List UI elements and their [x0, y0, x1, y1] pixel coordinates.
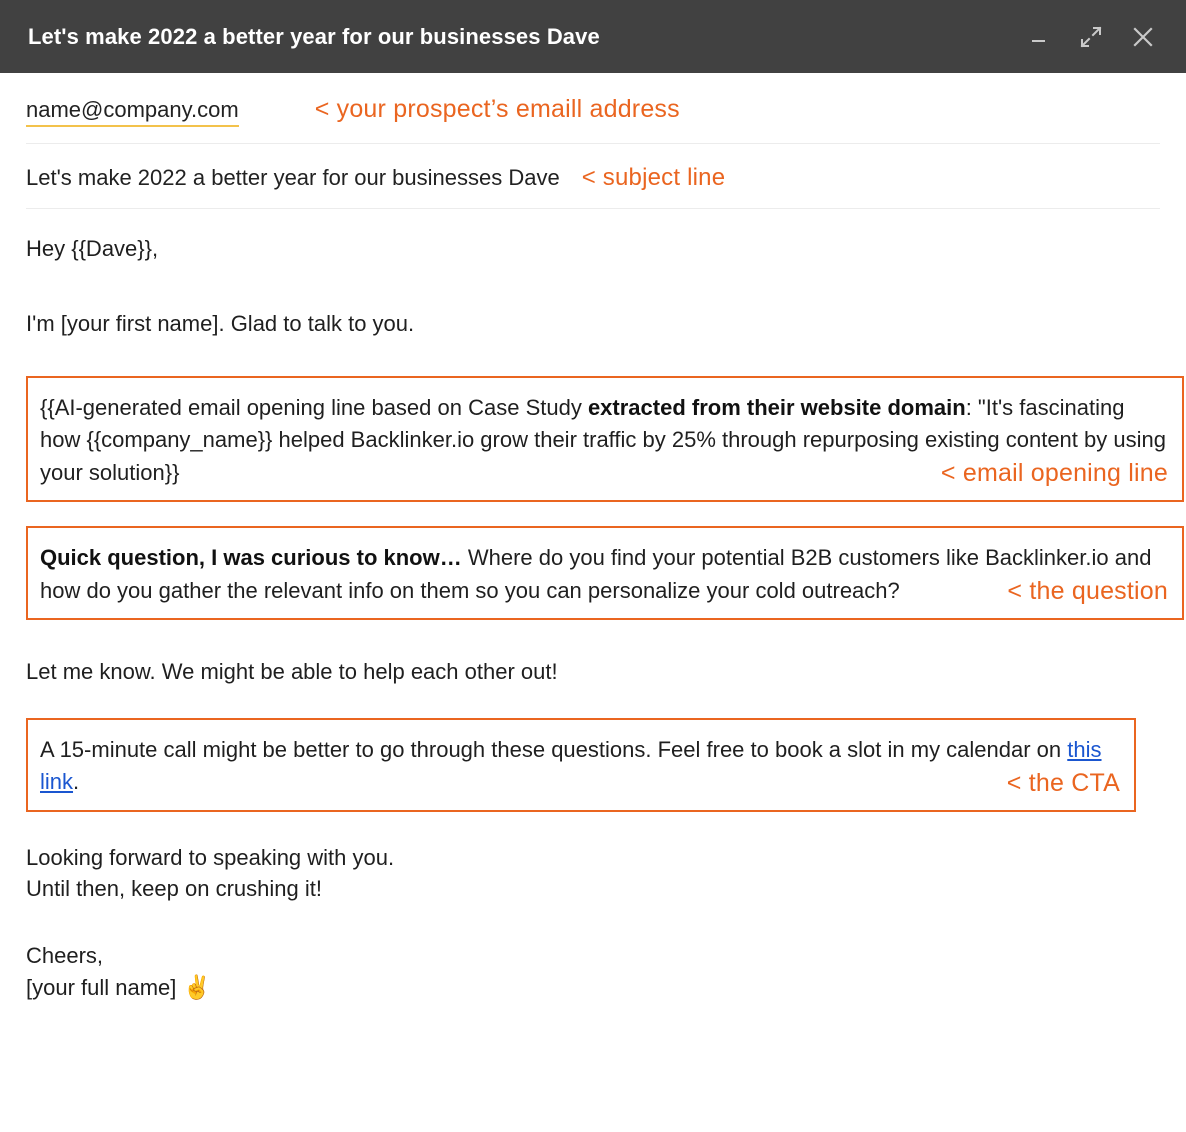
signature-line: [your full name] ✌ [26, 971, 1160, 1004]
minimize-icon[interactable] [1026, 24, 1052, 50]
window-title: Let's make 2022 a better year for our bu… [28, 23, 600, 49]
victory-hand-icon: ✌ [182, 974, 212, 1001]
annotation-recipient: < your prospect’s emaill address [314, 95, 680, 123]
signature-name: [your full name] [26, 975, 177, 1001]
message-body[interactable]: Hey {{Dave}}, I'm [your first name]. Gla… [26, 209, 1184, 1004]
opening-line-prefix: {{AI-generated email opening line based … [40, 394, 588, 420]
question-text: Quick question, I was curious to know… W… [40, 542, 1168, 607]
opening-line-text: {{AI-generated email opening line based … [40, 392, 1168, 490]
closing-line-2: Until then, keep on crushing it! [26, 875, 322, 901]
question-bold: Quick question, I was curious to know… [40, 545, 462, 571]
recipient-input[interactable]: name@company.com [26, 97, 239, 128]
highlight-box-cta: A 15-minute call might be better to go t… [26, 717, 1136, 812]
opening-line-bold: extracted from their website domain [587, 394, 966, 420]
recipient-row: name@company.com < your prospect’s email… [26, 73, 1160, 145]
window-controls [1026, 24, 1166, 50]
body-greeting: Hey {{Dave}}, [26, 236, 159, 262]
close-icon[interactable] [1130, 24, 1156, 50]
subject-row: Let's make 2022 a better year for our bu… [26, 144, 1160, 210]
email-compose-panel: name@company.com < your prospect’s email… [0, 73, 1186, 1004]
cta-prefix: A 15-minute call might be better to go t… [40, 736, 1068, 762]
body-intro: I'm [your first name]. Glad to talk to y… [26, 311, 415, 337]
annotation-subject: < subject line [581, 164, 726, 192]
cta-text: A 15-minute call might be better to go t… [40, 734, 1120, 799]
body-middle-line: Let me know. We might be able to help ea… [26, 659, 558, 685]
subject-input[interactable]: Let's make 2022 a better year for our bu… [26, 165, 560, 190]
expand-icon[interactable] [1078, 24, 1104, 50]
cta-suffix: . [73, 769, 80, 795]
signoff: Cheers, [26, 943, 104, 969]
closing-line-1: Looking forward to speaking with you. [26, 844, 395, 870]
highlight-box-opening-line: {{AI-generated email opening line based … [26, 375, 1184, 503]
highlight-box-question: Quick question, I was curious to know… W… [26, 526, 1184, 621]
window-title-bar: Let's make 2022 a better year for our bu… [0, 0, 1186, 73]
